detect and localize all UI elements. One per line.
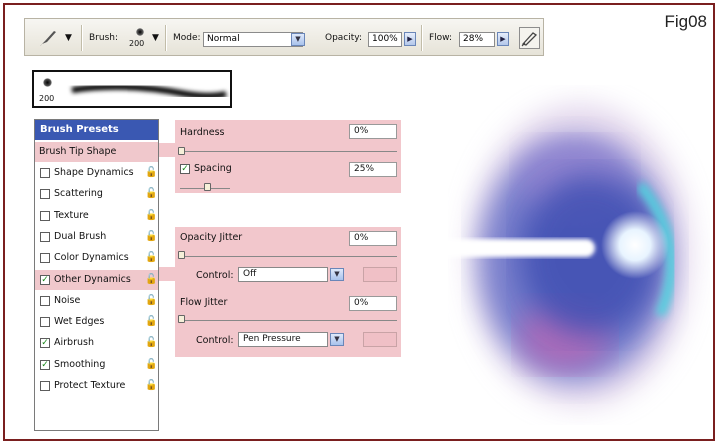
hardness-value[interactable]: 0% [349,124,397,139]
flow-arrow-icon[interactable]: ▶ [497,32,509,46]
tool-preset-chevron-icon[interactable]: ▼ [65,33,72,43]
spacing-checkbox[interactable]: ✓ [180,164,190,174]
brush-setting-item[interactable]: Wet Edges 🔓 [35,312,158,332]
brush-setting-label: Other Dynamics [54,273,131,285]
brush-tip-shape-item[interactable]: Brush Tip Shape [35,142,158,162]
lock-icon[interactable]: 🔓 [145,337,157,348]
brush-setting-item[interactable]: Protect Texture 🔓 [35,376,158,396]
brush-setting-item[interactable]: ✓ Other Dynamics 🔓 [35,269,158,290]
opacity-control-select[interactable]: Off [238,267,328,282]
checkbox[interactable] [40,317,50,328]
lock-icon[interactable]: 🔓 [145,188,157,199]
hardness-thumb[interactable] [178,147,185,155]
opacity-input[interactable]: 100% [368,32,402,47]
opacity-control-label: Control: [196,270,234,281]
flow-control-label: Control: [196,335,234,346]
flow-control-select[interactable]: Pen Pressure [238,332,328,347]
brush-label: Brush: [89,33,119,43]
brush-picker-chevron-icon[interactable]: ▼ [152,33,159,43]
brush-setting-item[interactable]: Noise 🔓 [35,291,158,311]
lock-icon[interactable]: 🔓 [145,295,157,306]
mode-chevron-down-icon[interactable]: ▼ [291,33,305,46]
brush-setting-item[interactable]: Texture 🔓 [35,206,158,226]
brush-setting-item[interactable]: Scattering 🔓 [35,184,158,204]
flow-jitter-value[interactable]: 0% [349,296,397,311]
brush-setting-item[interactable]: Shape Dynamics 🔓 [35,163,158,183]
lock-icon[interactable]: 🔓 [145,316,157,327]
hardness-slider[interactable] [180,151,397,152]
flow-label: Flow: [429,33,453,43]
checkbox[interactable] [40,381,50,391]
lock-icon[interactable]: 🔓 [145,252,157,263]
checkbox[interactable] [40,253,50,264]
spacing-thumb[interactable] [204,183,211,191]
figure-frame: Fig08 ▼ Brush: 200 ▼ Mode: Normal ▼ Opac… [3,3,715,441]
brush-setting-label: Scattering [54,188,103,200]
opacity-jitter-label: Opacity Jitter [180,232,243,243]
brush-setting-item[interactable]: Dual Brush 🔓 [35,227,158,247]
brush-setting-label: Wet Edges [54,316,105,328]
airbrush-icon[interactable] [519,27,540,49]
flow-jitter-thumb[interactable] [178,315,185,323]
flow-jitter-label: Flow Jitter [180,297,228,308]
checkbox[interactable] [40,189,50,200]
brush-presets-header[interactable]: Brush Presets [35,120,158,140]
brush-tip-dot-icon[interactable] [136,28,144,36]
brush-tip-shape-label: Brush Tip Shape [39,146,117,157]
mode-select[interactable]: Normal [203,32,303,47]
brush-setting-label: Texture [54,209,89,221]
mode-label: Mode: [173,33,201,43]
preview-tip-dot-icon [43,78,52,87]
lock-icon[interactable]: 🔓 [145,274,157,285]
preview-size: 200 [39,94,55,103]
hardness-label: Hardness [180,127,225,138]
stroke-preview-graphic [71,83,227,99]
checkbox[interactable] [40,231,50,242]
checkbox[interactable]: ✓ [40,274,50,285]
brush-setting-label: Airbrush [54,337,94,349]
lock-icon[interactable]: 🔓 [145,167,157,178]
opacity-arrow-icon[interactable]: ▶ [404,32,416,46]
flow-control-min-field [363,332,397,347]
lock-icon[interactable]: 🔓 [145,359,157,370]
options-toolbar: ▼ Brush: 200 ▼ Mode: Normal ▼ Opacity: 1… [24,18,544,56]
lock-icon[interactable]: 🔓 [145,210,157,221]
checkbox[interactable]: ✓ [40,338,50,349]
opacity-label: Opacity: [325,33,362,43]
flow-control-chevron-icon[interactable]: ▼ [330,333,344,346]
checkbox[interactable] [40,210,50,221]
flow-jitter-slider[interactable] [180,320,397,321]
brush-setting-item[interactable]: ✓ Smoothing 🔓 [35,355,158,375]
brush-tool-icon[interactable] [39,27,59,47]
brush-setting-item[interactable]: Color Dynamics 🔓 [35,248,158,268]
checkbox[interactable] [40,295,50,306]
brush-setting-label: Dual Brush [54,230,107,242]
brush-setting-label: Noise [54,294,81,306]
lock-icon[interactable]: 🔓 [145,231,157,242]
brush-setting-item[interactable]: ✓ Airbrush 🔓 [35,333,158,353]
checkbox[interactable] [40,168,50,178]
opacity-jitter-value[interactable]: 0% [349,231,397,246]
opacity-control-min-field [363,267,397,282]
brush-setting-label: Smoothing [54,358,106,370]
brush-size: 200 [129,39,145,48]
airbrush-artwork-image [430,105,690,405]
brush-setting-label: Protect Texture [54,380,126,391]
spacing-label: Spacing [194,163,232,174]
lock-icon[interactable]: 🔓 [145,380,157,391]
checkbox[interactable]: ✓ [40,359,50,370]
opacity-jitter-slider[interactable] [180,256,397,257]
flow-input[interactable]: 28% [459,32,495,47]
opacity-jitter-thumb[interactable] [178,251,185,259]
brush-setting-label: Color Dynamics [54,252,129,264]
brush-settings-list: Brush Presets Brush Tip Shape Shape Dyna… [34,119,159,431]
opacity-control-chevron-icon[interactable]: ▼ [330,268,344,281]
brush-stroke-preview: 200 [32,70,232,108]
figure-label: Fig08 [664,12,707,31]
brush-setting-label: Shape Dynamics [54,167,134,178]
spacing-value[interactable]: 25% [349,162,397,177]
